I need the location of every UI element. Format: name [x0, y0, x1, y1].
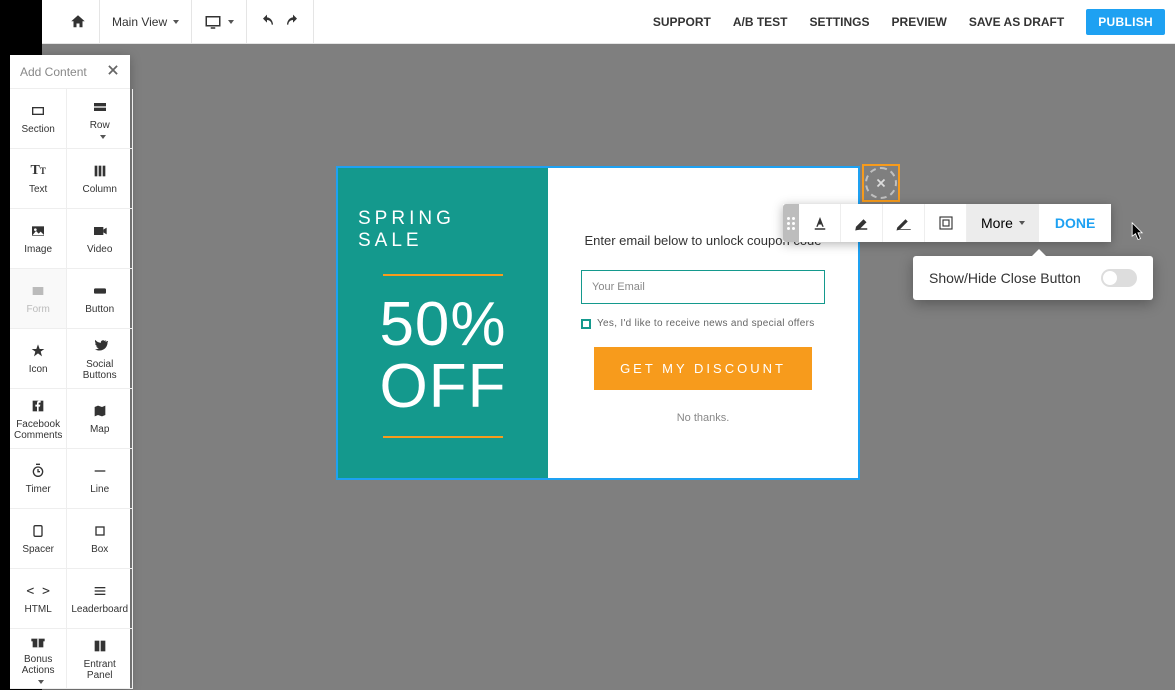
close-icon — [874, 176, 888, 190]
sidebar-item-button[interactable]: Button — [67, 269, 133, 329]
add-content-panel: Add Content Section Row TTText Column Im… — [10, 55, 130, 689]
add-content-title: Add Content — [20, 65, 87, 79]
sidebar-item-image[interactable]: Image — [10, 209, 67, 269]
sidebar-item-box[interactable]: Box — [67, 509, 133, 569]
add-content-header: Add Content — [10, 55, 130, 89]
sidebar-item-column[interactable]: Column — [67, 149, 133, 209]
sidebar-item-map[interactable]: Map — [67, 389, 133, 449]
get-discount-button[interactable]: GET MY DISCOUNT — [594, 347, 812, 390]
twitter-icon — [92, 338, 108, 354]
support-link[interactable]: SUPPORT — [653, 15, 711, 29]
close-button-element-selected[interactable] — [862, 164, 900, 202]
content-grid: Section Row TTText Column Image Video Fo… — [10, 89, 130, 689]
divider — [383, 274, 503, 276]
image-icon — [30, 223, 46, 239]
device-dropdown[interactable] — [192, 0, 247, 44]
popup-title: SPRING SALE — [358, 208, 528, 252]
box-icon — [92, 523, 108, 539]
sidebar-item-facebook-comments[interactable]: Facebook Comments — [10, 389, 67, 449]
popup-left-panel: SPRING SALE 50% OFF — [338, 168, 548, 478]
preview-link[interactable]: PREVIEW — [892, 15, 947, 29]
undo-redo-group — [247, 0, 314, 44]
done-button[interactable]: DONE — [1039, 204, 1111, 242]
no-thanks-link[interactable]: No thanks. — [677, 412, 730, 424]
facebook-icon — [30, 398, 46, 414]
grip-icon — [787, 217, 795, 230]
main-view-label: Main View — [112, 15, 167, 29]
line-icon — [92, 463, 108, 479]
panel-icon — [92, 638, 108, 654]
desktop-icon — [204, 13, 222, 31]
more-dropdown[interactable]: More — [967, 204, 1039, 242]
timer-icon — [30, 463, 46, 479]
spacing-icon — [937, 214, 955, 232]
popup-discount: 50% OFF — [358, 294, 528, 418]
drag-handle[interactable] — [783, 204, 799, 242]
sidebar-item-spacer[interactable]: Spacer — [10, 509, 67, 569]
sidebar-item-bonus-actions[interactable]: Bonus Actions — [10, 629, 67, 689]
sidebar-item-timer[interactable]: Timer — [10, 449, 67, 509]
home-button[interactable] — [57, 0, 100, 44]
gift-icon — [30, 634, 46, 650]
leaderboard-icon — [92, 583, 108, 599]
caret-down-icon — [38, 680, 44, 684]
checkbox-icon — [581, 319, 591, 329]
text-color-button[interactable] — [799, 204, 841, 242]
sidebar-item-social[interactable]: Social Buttons — [67, 329, 133, 389]
spacing-button[interactable] — [925, 204, 967, 242]
topbar: Main View SUPPORT A/B TEST SETTINGS PREV… — [42, 0, 1175, 44]
main-view-dropdown[interactable]: Main View — [100, 0, 192, 44]
save-draft-link[interactable]: SAVE AS DRAFT — [969, 15, 1064, 29]
sidebar-item-entrant-panel[interactable]: Entrant Panel — [67, 629, 133, 689]
sidebar-item-row[interactable]: Row — [67, 89, 133, 149]
sidebar-item-leaderboard[interactable]: Leaderboard — [67, 569, 133, 629]
popup-preview[interactable]: SPRING SALE 50% OFF Enter email below to… — [338, 168, 858, 478]
show-hide-close-row[interactable]: Show/Hide Close Button — [913, 256, 1153, 300]
topbar-left: Main View — [57, 0, 314, 44]
spacer-icon — [30, 523, 46, 539]
abtest-link[interactable]: A/B TEST — [733, 15, 788, 29]
caret-down-icon — [100, 135, 106, 139]
sidebar-item-form: Form — [10, 269, 67, 329]
more-menu: Show/Hide Close Button — [913, 256, 1153, 300]
redo-icon[interactable] — [285, 14, 301, 30]
sidebar-item-text[interactable]: TTText — [10, 149, 67, 209]
sidebar-item-line[interactable]: Line — [67, 449, 133, 509]
newsletter-checkbox-row[interactable]: Yes, I'd like to receive news and specia… — [581, 318, 825, 329]
form-icon — [30, 283, 46, 299]
caret-down-icon — [1019, 221, 1025, 225]
highlight-icon — [853, 214, 871, 232]
email-input[interactable]: Your Email — [581, 270, 825, 304]
divider — [383, 436, 503, 438]
column-icon — [92, 163, 108, 179]
star-icon — [30, 343, 46, 359]
topbar-right: SUPPORT A/B TEST SETTINGS PREVIEW SAVE A… — [653, 9, 1165, 35]
highlight-button[interactable] — [841, 204, 883, 242]
map-icon — [92, 403, 108, 419]
button-icon — [92, 283, 108, 299]
code-icon: < > — [26, 582, 49, 600]
close-panel-button[interactable] — [106, 63, 120, 80]
pencil-icon — [895, 214, 913, 232]
sidebar-item-section[interactable]: Section — [10, 89, 67, 149]
caret-down-icon — [173, 20, 179, 24]
caret-down-icon — [228, 20, 234, 24]
text-icon: TT — [30, 162, 45, 180]
close-icon — [106, 63, 120, 77]
undo-icon[interactable] — [259, 14, 275, 30]
sidebar-item-icon[interactable]: Icon — [10, 329, 67, 389]
editor-toolbar: More DONE — [783, 204, 1111, 242]
row-icon — [92, 99, 108, 115]
text-color-icon — [811, 214, 829, 232]
settings-link[interactable]: SETTINGS — [810, 15, 870, 29]
edit-button[interactable] — [883, 204, 925, 242]
close-button-inner — [867, 169, 895, 197]
publish-button[interactable]: PUBLISH — [1086, 9, 1165, 35]
sidebar-item-video[interactable]: Video — [67, 209, 133, 269]
toggle-switch[interactable] — [1101, 269, 1137, 287]
sidebar-item-html[interactable]: < >HTML — [10, 569, 67, 629]
video-icon — [92, 223, 108, 239]
section-icon — [30, 103, 46, 119]
house-icon — [69, 13, 87, 31]
